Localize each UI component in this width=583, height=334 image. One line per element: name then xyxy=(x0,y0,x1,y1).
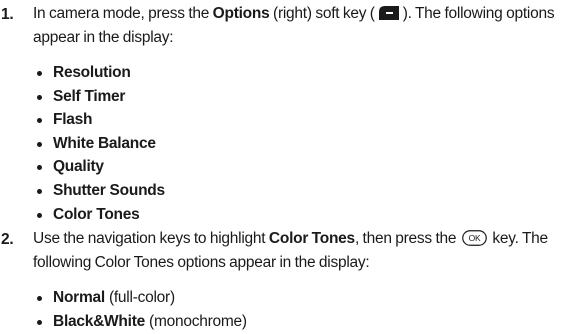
color-tone-black-white-note: (monochrome) xyxy=(145,312,247,330)
step-1-text-mid: (right) soft key ( xyxy=(269,5,375,22)
color-tone-black-white-name: Black&White xyxy=(53,312,145,330)
option-self-timer: Self Timer xyxy=(35,85,165,109)
color-tone-black-white: Black&White (monochrome) xyxy=(35,310,247,334)
color-tones-options-list: Normal (full-color) Black&White (monochr… xyxy=(35,286,247,333)
step-1-text: In camera mode, press the Options (right… xyxy=(33,2,581,50)
step-1-number: 1. xyxy=(1,6,14,23)
step-2-number: 2. xyxy=(1,231,14,248)
right-soft-key-icon xyxy=(378,6,399,20)
color-tone-normal-name: Normal xyxy=(53,289,105,306)
manual-page: 1. In camera mode, press the Options (ri… xyxy=(0,0,583,334)
option-shutter-sounds: Shutter Sounds xyxy=(35,179,165,203)
camera-options-list: Resolution Self Timer Flash White Balanc… xyxy=(35,61,165,226)
step-2-text-before: Use the navigation keys to highlight xyxy=(33,230,269,247)
options-key-name: Options xyxy=(212,5,270,22)
color-tone-normal-note: (full-color) xyxy=(104,289,175,306)
step-1-text-before: In camera mode, press the xyxy=(33,5,213,22)
option-resolution: Resolution xyxy=(35,61,165,85)
color-tones-name: Color Tones xyxy=(268,230,355,247)
step-2-text-mid: , then press the xyxy=(354,230,460,247)
option-color-tones: Color Tones xyxy=(35,203,165,227)
color-tone-normal: Normal (full-color) xyxy=(35,286,247,310)
option-white-balance: White Balance xyxy=(35,132,165,156)
option-quality: Quality xyxy=(35,155,165,179)
step-2-text: Use the navigation keys to highlight Col… xyxy=(33,227,581,275)
option-flash: Flash xyxy=(35,108,165,132)
ok-key-icon: OK xyxy=(461,230,487,246)
ok-key-label: OK xyxy=(468,233,480,243)
